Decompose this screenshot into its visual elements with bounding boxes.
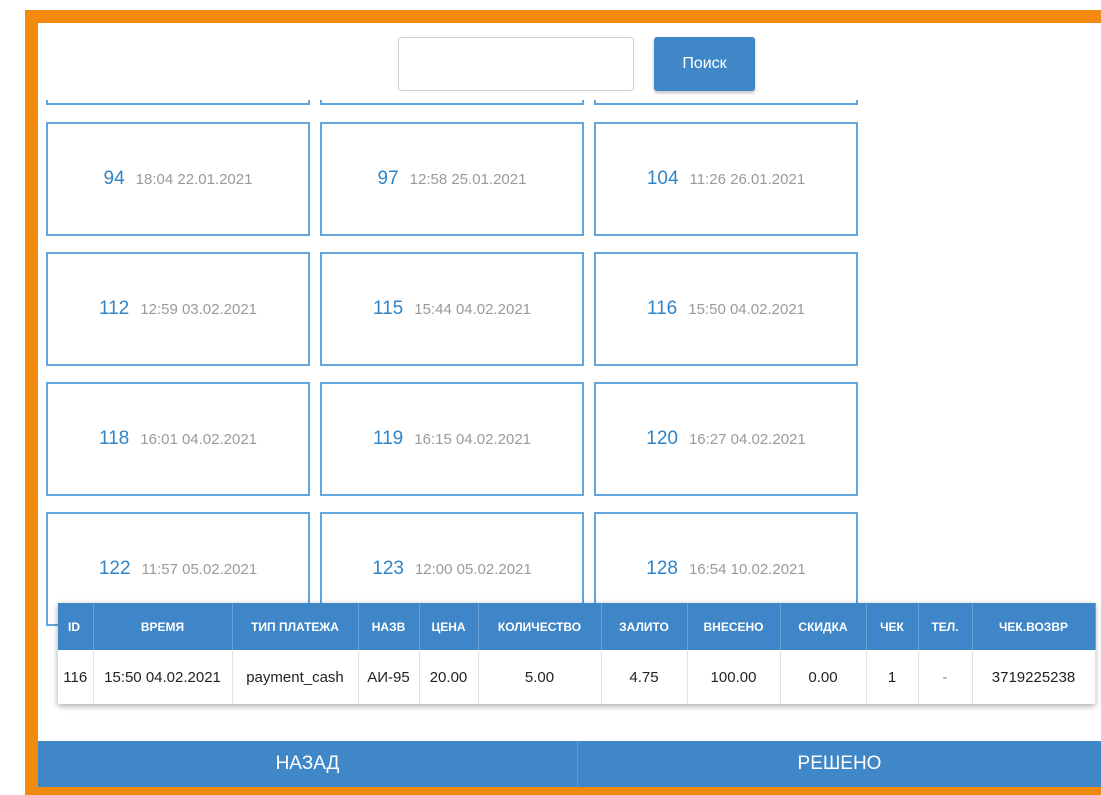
search-button[interactable]: Поиск [654, 37, 755, 91]
card-id: 128 [646, 558, 678, 579]
table-header-row: ID ВРЕМЯ ТИП ПЛАТЕЖА НАЗВ ЦЕНА КОЛИЧЕСТВ… [58, 603, 1096, 650]
column-header: НАЗВ [358, 603, 420, 650]
search-input[interactable] [398, 37, 634, 91]
card-id: 94 [103, 168, 125, 189]
card-time: 18:04 22.01.2021 [135, 170, 253, 188]
record-card[interactable]: 112 12:59 03.02.2021 [46, 252, 310, 366]
table-cell: 4.75 [601, 650, 688, 704]
card-time: 16:27 04.02.2021 [688, 430, 806, 448]
card-time: 12:59 03.02.2021 [140, 300, 258, 318]
record-card[interactable]: 97 12:58 25.01.2021 [320, 122, 584, 236]
table-cell: 15:50 04.02.2021 [93, 650, 233, 704]
column-header: ТИП ПЛАТЕЖА [232, 603, 359, 650]
record-card[interactable]: 115 15:44 04.02.2021 [320, 252, 584, 366]
table-cell: 1 [866, 650, 919, 704]
card-id: 115 [372, 298, 404, 319]
card-id: 122 [98, 558, 131, 579]
record-card[interactable]: 104 11:26 26.01.2021 [594, 122, 858, 236]
column-header: ЦЕНА [419, 603, 479, 650]
card-time: 15:50 04.02.2021 [688, 300, 806, 318]
card-partial [46, 100, 310, 105]
orange-frame-left [25, 10, 38, 795]
card-time: 12:58 25.01.2021 [409, 170, 527, 188]
card-id: 97 [377, 168, 399, 189]
record-card[interactable]: 120 16:27 04.02.2021 [594, 382, 858, 496]
table-cell: 5.00 [478, 650, 602, 704]
record-card[interactable]: 119 16:15 04.02.2021 [320, 382, 584, 496]
card-id: 112 [98, 298, 130, 319]
record-card[interactable]: 94 18:04 22.01.2021 [46, 122, 310, 236]
record-card[interactable]: 116 15:50 04.02.2021 [594, 252, 858, 366]
card-time: 12:00 05.02.2021 [414, 560, 532, 578]
table-cell: 3719225238 [972, 650, 1096, 704]
card-id: 120 [646, 428, 678, 449]
card-time: 11:57 05.02.2021 [141, 560, 258, 578]
column-header: ЗАЛИТО [601, 603, 688, 650]
table-cell: - [918, 650, 973, 704]
card-id: 119 [372, 428, 404, 449]
column-header: КОЛИЧЕСТВО [478, 603, 602, 650]
card-id: 116 [646, 298, 678, 319]
record-card[interactable]: 118 16:01 04.02.2021 [46, 382, 310, 496]
card-id: 123 [372, 558, 404, 579]
orange-frame-bottom [25, 787, 1101, 795]
card-id: 104 [646, 168, 679, 189]
table-cell: АИ-95 [358, 650, 420, 704]
column-header: ВРЕМЯ [93, 603, 233, 650]
table-cell: 116 [58, 650, 94, 704]
table-row: 116 15:50 04.02.2021 payment_cash АИ-95 … [58, 650, 1096, 704]
table-cell: 0.00 [780, 650, 867, 704]
table-cell: 100.00 [687, 650, 781, 704]
card-time: 11:26 26.01.2021 [689, 170, 806, 188]
back-button[interactable]: НАЗАД [38, 741, 578, 787]
card-time: 16:54 10.02.2021 [688, 560, 806, 578]
card-partial [320, 100, 584, 105]
column-header: ЧЕК [866, 603, 919, 650]
column-header: ВНЕСЕНО [687, 603, 781, 650]
card-time: 15:44 04.02.2021 [414, 300, 532, 318]
card-time: 16:15 04.02.2021 [414, 430, 532, 448]
card-id: 118 [98, 428, 130, 449]
column-header: ID [58, 603, 94, 650]
record-details-table: ID ВРЕМЯ ТИП ПЛАТЕЖА НАЗВ ЦЕНА КОЛИЧЕСТВ… [58, 603, 1096, 704]
column-header: ЧЕК.ВОЗВР [972, 603, 1096, 650]
resolved-button[interactable]: РЕШЕНО [578, 741, 1101, 787]
table-cell: payment_cash [232, 650, 359, 704]
table-cell: 20.00 [419, 650, 479, 704]
card-time: 16:01 04.02.2021 [140, 430, 258, 448]
card-partial [594, 100, 858, 105]
bottom-action-bar: НАЗАД РЕШЕНО [38, 741, 1101, 787]
column-header: ТЕЛ. [918, 603, 973, 650]
orange-frame-top [25, 10, 1101, 23]
column-header: СКИДКА [780, 603, 867, 650]
